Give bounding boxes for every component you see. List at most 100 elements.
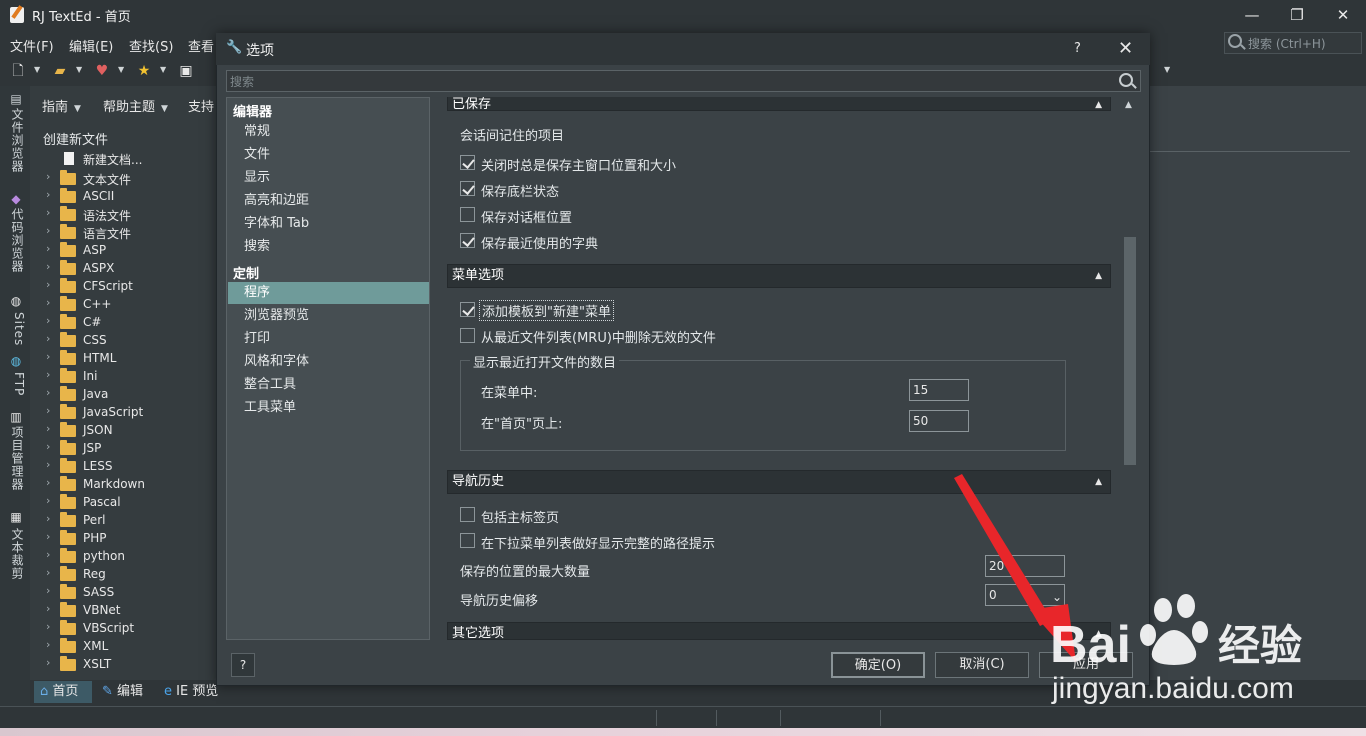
chevron-down-icon[interactable]: ▼ bbox=[34, 66, 42, 74]
star-icon[interactable]: ★ bbox=[136, 63, 152, 79]
tree-item[interactable]: › C++ bbox=[46, 296, 206, 314]
chevron-right-icon[interactable]: › bbox=[46, 530, 56, 543]
checkbox-include-main-tab[interactable] bbox=[460, 507, 475, 522]
category-integrated-tools[interactable]: 整合工具 bbox=[228, 374, 429, 396]
tab-sites[interactable]: Sites bbox=[6, 312, 26, 346]
tree-item[interactable]: › 语言文件 bbox=[46, 224, 206, 242]
tree-item[interactable]: › PHP bbox=[46, 530, 206, 548]
nav-help-topics[interactable]: 帮助主题 ▼ bbox=[103, 96, 168, 115]
tree-item[interactable]: › JSON bbox=[46, 422, 206, 440]
tree-item[interactable]: › XML bbox=[46, 638, 206, 656]
favorites-folder-icon[interactable]: ♥ bbox=[94, 63, 110, 79]
tree-item[interactable]: › Reg bbox=[46, 566, 206, 584]
minimize-button[interactable]: — bbox=[1240, 4, 1264, 26]
chevron-right-icon[interactable]: › bbox=[46, 620, 56, 633]
dialog-close-button[interactable]: ✕ bbox=[1118, 38, 1133, 59]
checkbox-save-bottom-bar[interactable] bbox=[460, 181, 475, 196]
tree-item[interactable]: › ASP bbox=[46, 242, 206, 260]
tree-item[interactable]: › python bbox=[46, 548, 206, 566]
chevron-right-icon[interactable]: › bbox=[46, 188, 56, 201]
chevron-right-icon[interactable]: › bbox=[46, 422, 56, 435]
search-icon[interactable] bbox=[1119, 73, 1133, 87]
chevron-right-icon[interactable]: › bbox=[46, 602, 56, 615]
chevron-right-icon[interactable]: › bbox=[46, 656, 56, 669]
menu-find[interactable]: 查找(S) bbox=[129, 36, 173, 55]
tree-item[interactable]: › ASCII bbox=[46, 188, 206, 206]
category-program[interactable]: 程序 bbox=[228, 282, 429, 304]
tree-item[interactable]: › ASPX bbox=[46, 260, 206, 278]
chevron-right-icon[interactable]: › bbox=[46, 494, 56, 507]
maximize-button[interactable]: ❐ bbox=[1285, 4, 1309, 26]
ok-button[interactable]: 确定(O) bbox=[831, 652, 925, 678]
category-display[interactable]: 显示 bbox=[228, 167, 429, 189]
dialog-help-button[interactable]: ? bbox=[1074, 41, 1081, 56]
checkbox-save-dialog-pos[interactable] bbox=[460, 207, 475, 222]
tree-item[interactable]: › CFScript bbox=[46, 278, 206, 296]
nav-support[interactable]: 支持 bbox=[188, 96, 214, 115]
category-file[interactable]: 文件 bbox=[228, 144, 429, 166]
tab-file-browser[interactable]: 文件浏览器 bbox=[6, 108, 26, 173]
tab-ftp[interactable]: FTP bbox=[6, 372, 26, 396]
options-search-input[interactable] bbox=[226, 70, 1141, 92]
chevron-right-icon[interactable]: › bbox=[46, 368, 56, 381]
nav-guide[interactable]: 指南 ▼ bbox=[42, 96, 81, 115]
tab-code-browser[interactable]: 代码浏览器 bbox=[6, 208, 26, 273]
tree-item[interactable]: › 文本文件 bbox=[46, 170, 206, 188]
chevron-right-icon[interactable]: › bbox=[46, 404, 56, 417]
tree-item[interactable]: › C# bbox=[46, 314, 206, 332]
chevron-right-icon[interactable]: › bbox=[46, 170, 56, 183]
tree-item[interactable]: › LESS bbox=[46, 458, 206, 476]
checkbox-full-path-hint[interactable] bbox=[460, 533, 475, 548]
chevron-right-icon[interactable]: › bbox=[46, 584, 56, 597]
category-style-font[interactable]: 风格和字体 bbox=[228, 351, 429, 373]
category-highlight-margins[interactable]: 高亮和边距 bbox=[228, 190, 429, 212]
tree-item[interactable]: › HTML bbox=[46, 350, 206, 368]
tree-item[interactable]: › CSS bbox=[46, 332, 206, 350]
chevron-right-icon[interactable]: › bbox=[46, 224, 56, 237]
chevron-down-icon[interactable]: ▼ bbox=[118, 66, 126, 74]
tab-text-clips[interactable]: 文本裁剪 bbox=[6, 528, 26, 580]
tree-item[interactable]: › XSLT bbox=[46, 656, 206, 674]
chevron-right-icon[interactable]: › bbox=[46, 548, 56, 561]
category-tools-menu[interactable]: 工具菜单 bbox=[228, 397, 429, 419]
chevron-down-icon[interactable]: ▼ bbox=[1164, 66, 1172, 74]
chevron-right-icon[interactable]: › bbox=[46, 638, 56, 651]
tab-ie-preview[interactable]: e IE 预览 bbox=[158, 681, 224, 703]
chevron-down-icon[interactable]: ▼ bbox=[76, 66, 84, 74]
chevron-right-icon[interactable]: › bbox=[46, 296, 56, 309]
category-print[interactable]: 打印 bbox=[228, 328, 429, 350]
checkbox-remove-invalid-mru[interactable] bbox=[460, 328, 475, 343]
tree-item[interactable]: › JSP bbox=[46, 440, 206, 458]
menu-file[interactable]: 文件(F) bbox=[10, 36, 54, 55]
chevron-right-icon[interactable]: › bbox=[46, 458, 56, 471]
chevron-right-icon[interactable]: › bbox=[46, 314, 56, 327]
category-general[interactable]: 常规 bbox=[228, 121, 429, 143]
category-search[interactable]: 搜索 bbox=[228, 236, 429, 258]
save-icon[interactable]: ▣ bbox=[178, 63, 194, 79]
category-browser-preview[interactable]: 浏览器预览 bbox=[228, 305, 429, 327]
tree-item[interactable]: › VBScript bbox=[46, 620, 206, 638]
open-folder-icon[interactable]: ▰ bbox=[52, 63, 68, 79]
menu-view[interactable]: 查看 bbox=[188, 36, 214, 55]
chevron-down-icon[interactable]: ▼ bbox=[160, 66, 168, 74]
tree-item[interactable]: › Perl bbox=[46, 512, 206, 530]
category-font-tab[interactable]: 字体和 Tab bbox=[228, 213, 429, 235]
tab-edit[interactable]: ✎ 编辑 bbox=[96, 681, 149, 703]
chevron-right-icon[interactable]: › bbox=[46, 440, 56, 453]
chevron-right-icon[interactable]: › bbox=[46, 476, 56, 489]
tab-home[interactable]: ⌂ 首页 bbox=[34, 681, 92, 703]
chevron-right-icon[interactable]: › bbox=[46, 512, 56, 525]
tree-item[interactable]: › 语法文件 bbox=[46, 206, 206, 224]
tree-item[interactable]: › JavaScript bbox=[46, 404, 206, 422]
section-menu-header[interactable]: 菜单选项 ▲ bbox=[447, 264, 1111, 288]
menu-edit[interactable]: 编辑(E) bbox=[69, 36, 113, 55]
chevron-right-icon[interactable]: › bbox=[46, 386, 56, 399]
scroll-up-icon[interactable]: ▲ bbox=[1125, 100, 1132, 110]
in-home-count-input[interactable]: 50 bbox=[909, 410, 969, 432]
checkbox-save-recent-dict[interactable] bbox=[460, 233, 475, 248]
scrollbar-thumb[interactable] bbox=[1124, 237, 1136, 465]
chevron-right-icon[interactable]: › bbox=[46, 566, 56, 579]
chevron-right-icon[interactable]: › bbox=[46, 278, 56, 291]
tree-item[interactable]: › Ini bbox=[46, 368, 206, 386]
chevron-right-icon[interactable]: › bbox=[46, 350, 56, 363]
